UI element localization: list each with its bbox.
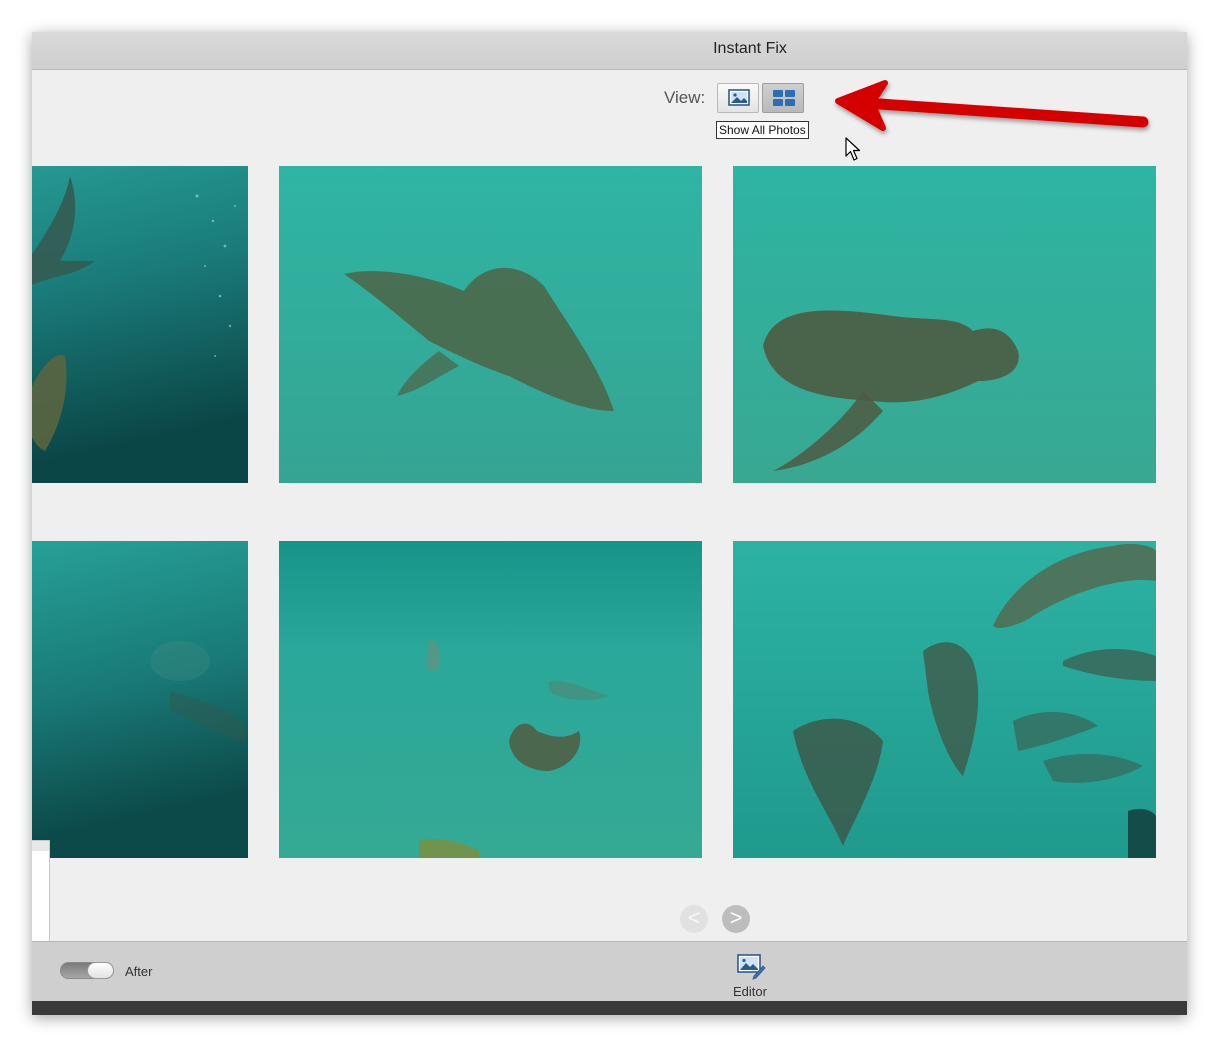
grid-view-icon xyxy=(773,90,795,106)
bottom-toolbar: After Editor xyxy=(32,941,1187,1002)
single-photo-icon xyxy=(728,89,750,106)
window-title: Instant Fix xyxy=(713,40,787,57)
editor-label: Editor xyxy=(733,984,767,999)
previous-page-button[interactable]: < xyxy=(680,905,708,933)
toggle-knob xyxy=(87,962,114,979)
photo-thumbnail-6[interactable] xyxy=(733,541,1156,858)
after-label: After xyxy=(125,964,153,979)
instant-fix-window: Instant Fix View: Show All Photos < > Af… xyxy=(32,32,1187,1015)
mouse-cursor-icon xyxy=(845,137,861,161)
chevron-left-icon: < xyxy=(687,905,701,930)
editor-icon xyxy=(737,954,766,980)
photo-thumbnail-1[interactable] xyxy=(32,166,248,483)
grid-view-button[interactable] xyxy=(762,83,804,113)
view-label: View: xyxy=(664,88,706,107)
single-photo-view-button[interactable] xyxy=(717,83,759,113)
side-panel-header xyxy=(32,841,49,851)
photo-thumbnail-3[interactable] xyxy=(733,166,1156,483)
title-bar: Instant Fix xyxy=(32,32,1187,70)
photo-thumbnail-5[interactable] xyxy=(279,541,702,858)
editor-button[interactable]: Editor xyxy=(722,952,778,1000)
next-page-button[interactable]: > xyxy=(722,905,750,933)
chevron-right-icon: > xyxy=(729,905,743,930)
photo-thumbnail-2[interactable] xyxy=(279,166,702,483)
bottom-strip xyxy=(32,1001,1187,1015)
before-after-toggle[interactable] xyxy=(60,962,114,979)
photo-thumbnail-4[interactable] xyxy=(32,541,248,858)
view-tooltip: Show All Photos xyxy=(716,121,809,139)
